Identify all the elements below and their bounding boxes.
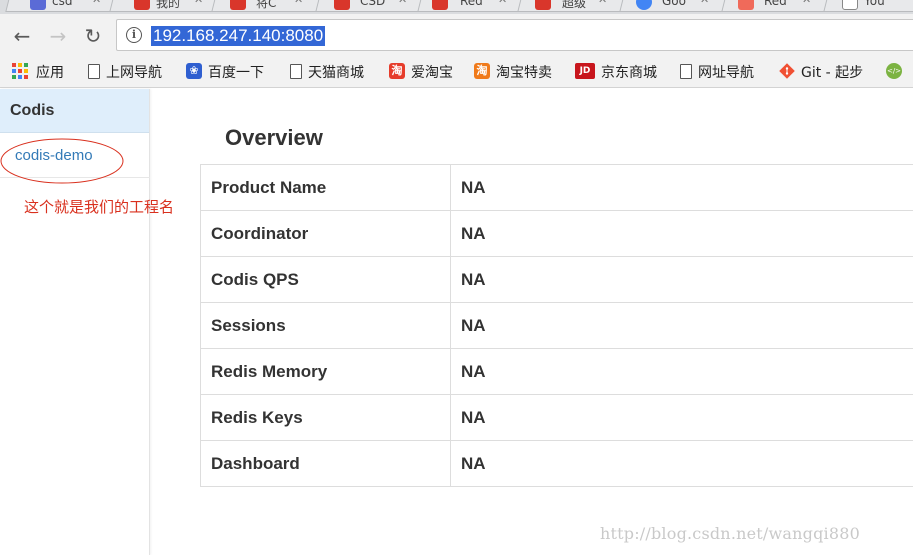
row-value: NA	[450, 302, 913, 349]
tab-close-icon[interactable]: ✕	[598, 0, 607, 6]
bookmark-label: 百度一下	[208, 65, 264, 81]
table-row: Redis Keys NA	[200, 394, 913, 441]
url-text[interactable]: 192.168.247.140:8080	[151, 26, 326, 46]
table-row: Codis QPS NA	[200, 256, 913, 303]
bookmark-label: 京东商城	[601, 65, 657, 81]
page-icon	[88, 63, 100, 79]
tab-title: csd	[52, 0, 73, 8]
row-key: Sessions	[200, 302, 451, 349]
bookmark-label: 淘宝特卖	[496, 65, 552, 81]
bookmarks-bar: 应用 上网导航 ❀ 百度一下 天猫商城 淘爱淘宝 淘淘宝特卖 JD 京东商城 网址导…	[0, 58, 913, 88]
row-value: NA	[450, 210, 913, 257]
row-key: Dashboard	[200, 440, 451, 487]
sidebar-item-codis-demo[interactable]: codis-demo	[0, 134, 150, 178]
bookmark-label: 应用	[36, 65, 64, 81]
table-row: Sessions NA	[200, 302, 913, 349]
tab-favicon	[842, 0, 858, 10]
extension-icon: </>	[886, 63, 902, 79]
bookmark-label: Git - 起步	[801, 65, 864, 81]
tab-close-icon[interactable]: ✕	[194, 0, 203, 6]
tab-favicon	[134, 0, 150, 10]
sidebar-item-label[interactable]: codis-demo	[15, 147, 93, 164]
tab-favicon	[334, 0, 350, 10]
tab-favicon	[535, 0, 551, 10]
reload-icon[interactable]: ↻	[80, 23, 106, 49]
bookmark-item[interactable]: Git - 起步	[779, 63, 863, 83]
row-value: NA	[450, 164, 913, 211]
back-arrow-icon[interactable]: ←	[9, 23, 35, 49]
bookmark-label: 网址导航	[698, 65, 754, 81]
row-value: NA	[450, 440, 913, 487]
bookmark-item[interactable]: 淘淘宝特卖	[474, 63, 552, 83]
page-icon	[290, 63, 302, 79]
tab-favicon	[230, 0, 246, 10]
tab-close-icon[interactable]: ✕	[802, 0, 811, 6]
baidu-paw-icon: ❀	[186, 63, 202, 79]
bookmark-apps[interactable]: 应用	[12, 63, 64, 83]
bookmark-item[interactable]: 天猫商城	[290, 63, 364, 83]
apps-grid-icon	[12, 63, 28, 79]
tab-title: Red	[764, 0, 787, 8]
bookmark-item[interactable]: 上网导航	[88, 63, 162, 83]
bookmark-label: 爱淘宝	[411, 65, 453, 81]
git-icon	[779, 63, 795, 79]
table-row: Dashboard NA	[200, 440, 913, 487]
tab-title: 我的	[156, 0, 181, 10]
taobao-sale-icon: 淘	[474, 63, 490, 79]
bookmark-item[interactable]: </>	[886, 63, 908, 83]
address-bar[interactable]: i 192.168.247.140:8080	[116, 19, 913, 51]
tab-title: CSD	[360, 0, 386, 8]
bookmark-item[interactable]: ❀ 百度一下	[186, 63, 264, 83]
row-key: Product Name	[200, 164, 451, 211]
tab-title: Goo	[662, 0, 686, 8]
table-row: Coordinator NA	[200, 210, 913, 257]
bookmark-item[interactable]: 淘爱淘宝	[389, 63, 453, 83]
tab-close-icon[interactable]: ✕	[700, 0, 709, 6]
bookmark-label: 上网导航	[106, 65, 162, 81]
tab-title: You	[864, 0, 885, 8]
row-key: Codis QPS	[200, 256, 451, 303]
tab-close-icon[interactable]: ✕	[294, 0, 303, 6]
row-value: NA	[450, 394, 913, 441]
tab-favicon	[738, 0, 754, 10]
row-value: NA	[450, 256, 913, 303]
sidebar: Codis codis-demo	[0, 89, 150, 555]
tab-strip: csd ✕ 我的 ✕ 将C ✕ CSD ✕ Red ✕ 超级 ✕ Goo ✕ R…	[0, 0, 913, 14]
annotation-text: 这个就是我们的工程名	[24, 198, 175, 216]
overview-table: Product Name NA Coordinator NA Codis QPS…	[200, 164, 913, 487]
jd-icon: JD	[575, 63, 595, 79]
watermark: http://blog.csdn.net/wangqi880	[600, 524, 860, 543]
forward-arrow-icon[interactable]: →	[45, 23, 71, 49]
taobao-icon: 淘	[389, 63, 405, 79]
info-icon[interactable]: i	[126, 27, 142, 43]
tab-close-icon[interactable]: ✕	[498, 0, 507, 6]
tab-favicon	[432, 0, 448, 10]
row-key: Redis Keys	[200, 394, 451, 441]
page-title: Overview	[225, 125, 323, 150]
bookmark-item[interactable]: JD 京东商城	[575, 63, 657, 83]
tab-close-icon[interactable]: ✕	[92, 0, 101, 6]
page-icon	[680, 63, 692, 79]
sidebar-header: Codis	[0, 89, 149, 133]
table-row: Redis Memory NA	[200, 348, 913, 395]
bookmark-item[interactable]: 网址导航	[680, 63, 754, 83]
row-key: Redis Memory	[200, 348, 451, 395]
tab-title: 超级	[562, 0, 587, 10]
row-key: Coordinator	[200, 210, 451, 257]
tab-close-icon[interactable]: ✕	[398, 0, 407, 6]
row-value: NA	[450, 348, 913, 395]
tab-favicon	[30, 0, 46, 10]
tab-title: Red	[460, 0, 483, 8]
tab-title: 将C	[256, 0, 277, 10]
table-row: Product Name NA	[200, 164, 913, 211]
browser-toolbar: ← → ↻ i 192.168.247.140:8080	[0, 14, 913, 58]
bookmark-label: 天猫商城	[308, 65, 364, 81]
